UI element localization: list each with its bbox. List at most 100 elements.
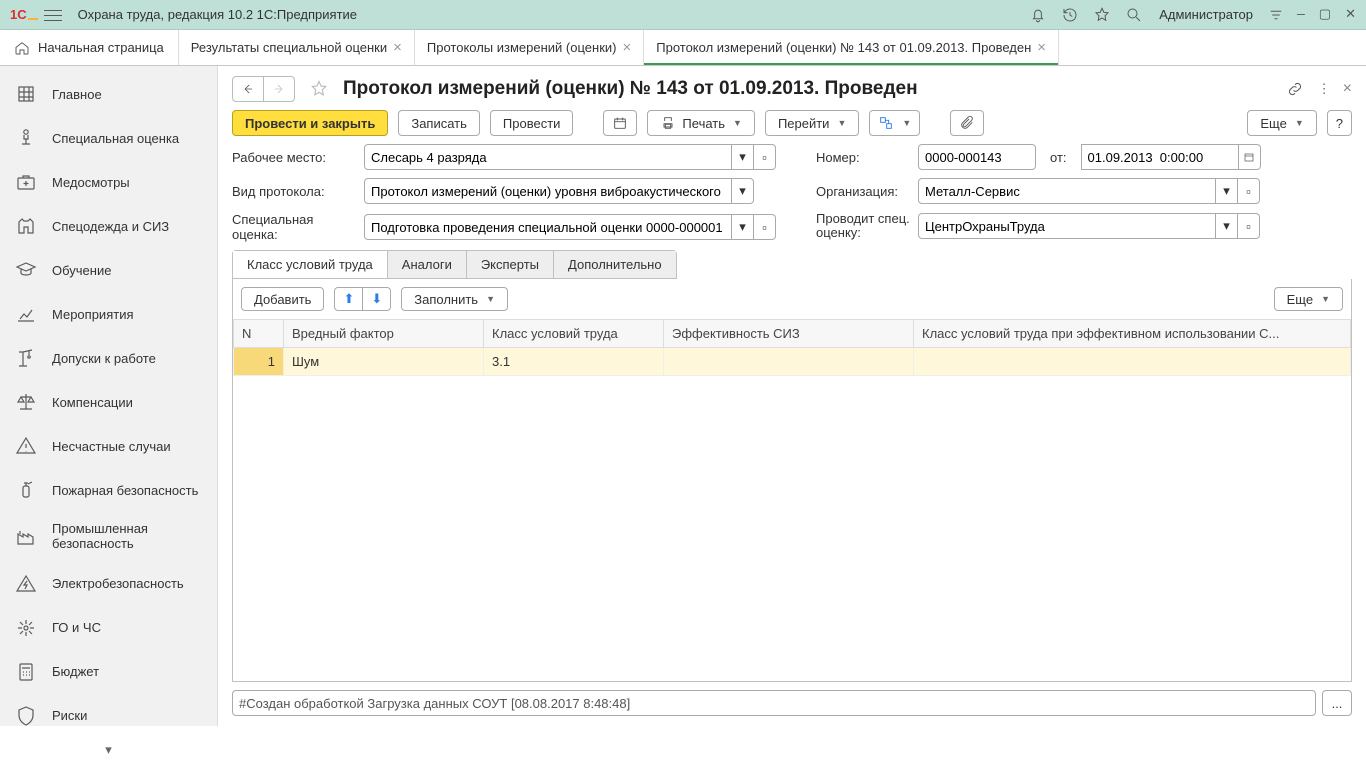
sidebar-item-main[interactable]: Главное bbox=[0, 72, 217, 116]
help-button[interactable]: ? bbox=[1327, 110, 1352, 136]
crane-icon bbox=[14, 346, 38, 370]
toolbar: Провести и закрыть Записать Провести Печ… bbox=[232, 110, 1352, 136]
sidebar-item-industry[interactable]: Промышленная безопасность bbox=[0, 512, 217, 562]
org-field[interactable] bbox=[918, 178, 1216, 204]
dropdown-icon[interactable]: ▾ bbox=[1216, 178, 1238, 204]
num-label: Номер: bbox=[816, 150, 912, 165]
sidebar-item-fire[interactable]: Пожарная безопасность bbox=[0, 468, 217, 512]
date-field[interactable] bbox=[1081, 144, 1239, 170]
calendar-button[interactable] bbox=[603, 110, 637, 136]
home-icon bbox=[14, 40, 30, 56]
minimize-button[interactable]: — bbox=[1297, 7, 1305, 22]
spec-field[interactable] bbox=[364, 214, 732, 240]
close-button[interactable]: ✕ bbox=[1345, 7, 1356, 22]
more-button[interactable]: Еще▼ bbox=[1247, 110, 1316, 136]
sidebar: Главное Специальная оценка Медосмотры Сп… bbox=[0, 66, 218, 726]
scales-icon bbox=[14, 390, 38, 414]
subtab-experts[interactable]: Эксперты bbox=[467, 251, 554, 278]
move-down-button[interactable]: ⬇ bbox=[362, 287, 391, 311]
add-button[interactable]: Добавить bbox=[241, 287, 324, 311]
number-field[interactable] bbox=[918, 144, 1036, 170]
post-button[interactable]: Провести bbox=[490, 110, 574, 136]
sidebar-item-electro[interactable]: Электробезопасность bbox=[0, 562, 217, 606]
col-siz[interactable]: Эффективность СИЗ bbox=[664, 320, 914, 348]
link-icon[interactable] bbox=[1286, 80, 1304, 98]
history-icon[interactable] bbox=[1061, 6, 1079, 24]
sidebar-item-budget[interactable]: Бюджет bbox=[0, 650, 217, 694]
back-button[interactable] bbox=[232, 76, 264, 102]
col-class[interactable]: Класс условий труда bbox=[484, 320, 664, 348]
goto-button[interactable]: Перейти▼ bbox=[765, 110, 859, 136]
graduation-icon bbox=[14, 258, 38, 282]
comment-row: ... bbox=[232, 690, 1352, 716]
save-button[interactable]: Записать bbox=[398, 110, 480, 136]
prototype-field[interactable] bbox=[364, 178, 732, 204]
open-icon[interactable]: ▫ bbox=[754, 144, 776, 170]
post-and-close-button[interactable]: Провести и закрыть bbox=[232, 110, 388, 136]
table-panel: Добавить ⬆ ⬇ Заполнить▼ Еще▼ N Вредный ф… bbox=[232, 279, 1352, 682]
calendar-icon[interactable] bbox=[1239, 144, 1261, 170]
comment-more-button[interactable]: ... bbox=[1322, 690, 1352, 716]
print-button[interactable]: Печать▼ bbox=[647, 110, 755, 136]
forward-button[interactable] bbox=[263, 76, 295, 102]
username[interactable]: Администратор bbox=[1159, 7, 1253, 22]
tab-home[interactable]: Начальная страница bbox=[0, 30, 179, 65]
close-icon[interactable]: × bbox=[1343, 80, 1352, 98]
table-row[interactable]: 1 Шум 3.1 bbox=[234, 348, 1351, 376]
sidebar-item-accidents[interactable]: Несчастные случаи bbox=[0, 424, 217, 468]
close-icon[interactable]: × bbox=[393, 39, 402, 56]
star-icon[interactable] bbox=[309, 79, 329, 99]
sidebar-collapse[interactable]: ▾ bbox=[105, 738, 112, 766]
open-icon[interactable]: ▫ bbox=[754, 214, 776, 240]
warning-icon bbox=[14, 434, 38, 458]
chart-up-icon bbox=[14, 302, 38, 326]
provider-field[interactable] bbox=[918, 213, 1216, 239]
workplace-field[interactable] bbox=[364, 144, 732, 170]
sidebar-item-access[interactable]: Допуски к работе bbox=[0, 336, 217, 380]
close-icon[interactable]: × bbox=[622, 39, 631, 56]
tab-label: Протоколы измерений (оценки) bbox=[427, 40, 617, 55]
sidebar-item-events[interactable]: Мероприятия bbox=[0, 292, 217, 336]
sidebar-item-comp[interactable]: Компенсации bbox=[0, 380, 217, 424]
search-icon[interactable] bbox=[1125, 6, 1143, 24]
attach-button[interactable] bbox=[950, 110, 984, 136]
filter-icon[interactable] bbox=[1267, 6, 1285, 24]
maximize-button[interactable]: ▢ bbox=[1319, 7, 1331, 22]
dropdown-icon[interactable]: ▾ bbox=[732, 178, 754, 204]
move-up-button[interactable]: ⬆ bbox=[334, 287, 363, 311]
dropdown-icon[interactable]: ▾ bbox=[732, 214, 754, 240]
print-icon bbox=[660, 115, 676, 131]
hamburger-icon[interactable] bbox=[44, 9, 62, 21]
open-icon[interactable]: ▫ bbox=[1238, 213, 1260, 239]
sidebar-item-edu[interactable]: Обучение bbox=[0, 248, 217, 292]
sidebar-item-risks[interactable]: Риски bbox=[0, 694, 217, 738]
tab-results[interactable]: Результаты специальной оценки× bbox=[179, 30, 415, 65]
sidebar-item-gochs[interactable]: ГО и ЧС bbox=[0, 606, 217, 650]
sidebar-item-spec[interactable]: Специальная оценка bbox=[0, 116, 217, 160]
dropdown-icon[interactable]: ▾ bbox=[732, 144, 754, 170]
subtab-class[interactable]: Класс условий труда bbox=[233, 251, 388, 278]
sidebar-item-med[interactable]: Медосмотры bbox=[0, 160, 217, 204]
star-burst-icon bbox=[14, 616, 38, 640]
calculator-icon bbox=[14, 660, 38, 684]
col-n[interactable]: N bbox=[234, 320, 284, 348]
tab-protocol-143[interactable]: Протокол измерений (оценки) № 143 от 01.… bbox=[644, 30, 1059, 65]
fill-button[interactable]: Заполнить▼ bbox=[401, 287, 508, 311]
comment-field[interactable] bbox=[232, 690, 1316, 716]
open-icon[interactable]: ▫ bbox=[1238, 178, 1260, 204]
table-more-button[interactable]: Еще▼ bbox=[1274, 287, 1343, 311]
close-icon[interactable]: × bbox=[1037, 39, 1046, 56]
col-eff[interactable]: Класс условий труда при эффективном испо… bbox=[914, 320, 1351, 348]
jacket-icon bbox=[14, 214, 38, 238]
col-factor[interactable]: Вредный фактор bbox=[284, 320, 484, 348]
subtab-extra[interactable]: Дополнительно bbox=[554, 251, 676, 278]
kebab-icon[interactable]: ⋮ bbox=[1318, 81, 1329, 97]
dropdown-icon[interactable]: ▾ bbox=[1216, 213, 1238, 239]
sidebar-item-siz[interactable]: Спецодежда и СИЗ bbox=[0, 204, 217, 248]
bell-icon[interactable] bbox=[1029, 6, 1047, 24]
tabstrip: Начальная страница Результаты специально… bbox=[0, 30, 1366, 66]
tab-protocols[interactable]: Протоколы измерений (оценки) × bbox=[415, 30, 644, 65]
struct-button[interactable]: ▼ bbox=[869, 110, 920, 136]
subtab-analogs[interactable]: Аналоги bbox=[388, 251, 467, 278]
star-icon[interactable] bbox=[1093, 6, 1111, 24]
